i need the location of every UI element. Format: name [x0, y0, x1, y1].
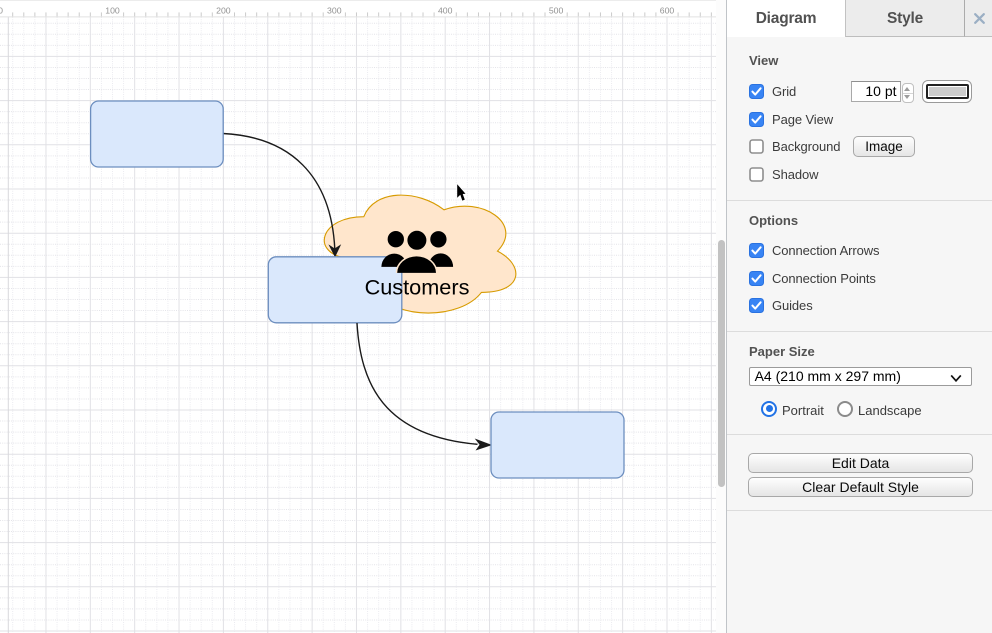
svg-text:300: 300 — [327, 5, 342, 15]
svg-text:600: 600 — [660, 5, 675, 15]
svg-text:500: 500 — [549, 5, 564, 15]
svg-text:0: 0 — [0, 5, 3, 15]
svg-text:200: 200 — [216, 5, 231, 15]
svg-text:400: 400 — [438, 5, 453, 15]
svg-text:100: 100 — [105, 5, 120, 15]
svg-text:Customers: Customers — [365, 275, 470, 300]
